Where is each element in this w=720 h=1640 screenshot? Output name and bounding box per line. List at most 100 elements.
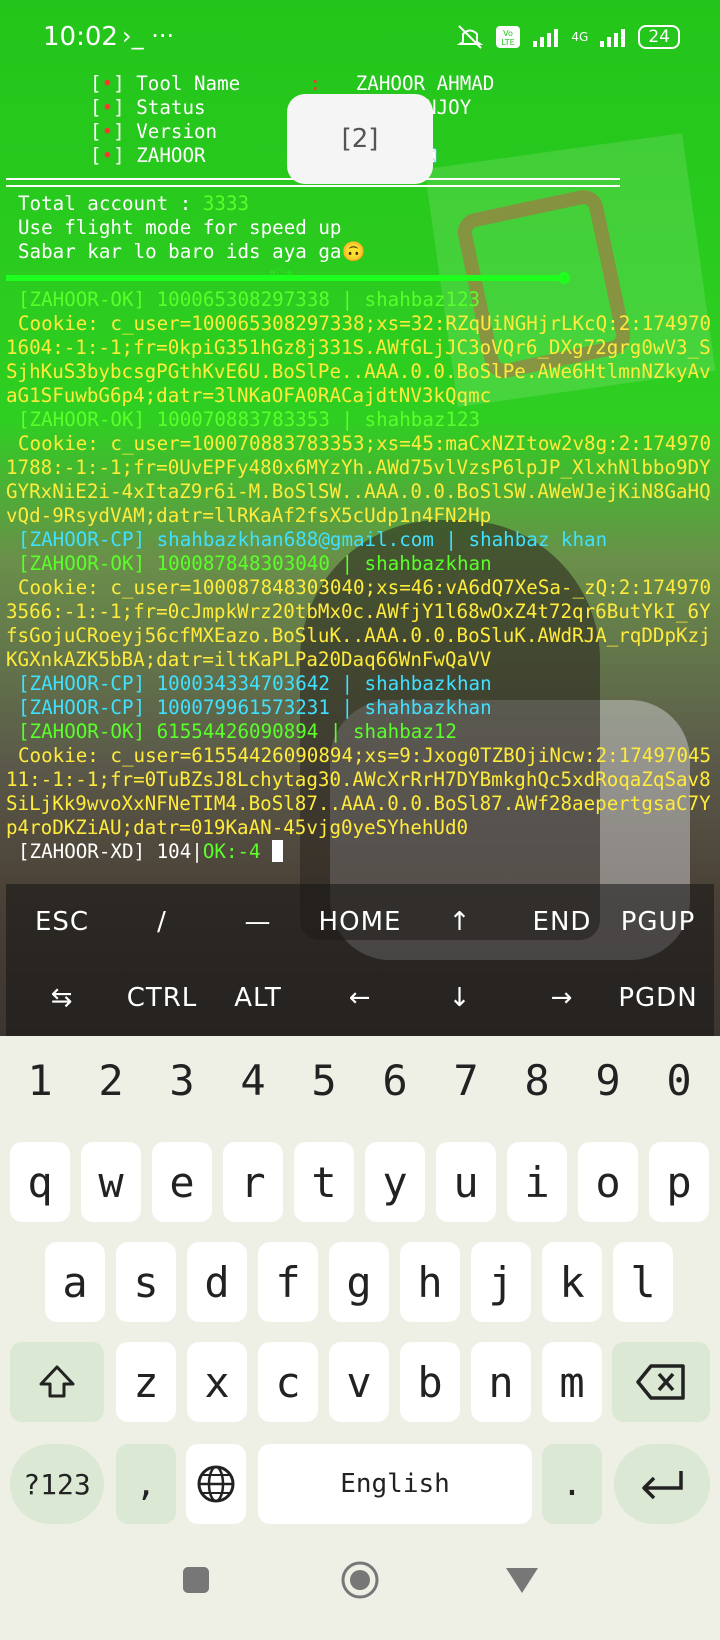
extra-key-dash[interactable]: — (208, 892, 308, 952)
key-3[interactable]: 3 (147, 1040, 217, 1120)
log-cookie-line: Cookie: c_user=100070883783353;xs=45:maC… (6, 432, 712, 527)
extra-key-pgup[interactable]: PGUP (608, 892, 708, 952)
volte-icon: Vo LTE (496, 26, 521, 48)
backspace-key[interactable] (612, 1342, 710, 1422)
log-cp-line: [ZAHOOR-CP] shahbazkhan688@gmail.com | s… (18, 528, 608, 551)
key-d[interactable]: d (187, 1242, 247, 1322)
key-v[interactable]: v (329, 1342, 389, 1422)
header-line-version: [•] Version (90, 120, 218, 143)
key-s[interactable]: s (116, 1242, 176, 1322)
key-w[interactable]: w (81, 1142, 141, 1222)
back-icon (506, 1568, 538, 1593)
extra-key-down[interactable]: ↓ (410, 968, 510, 1028)
globe-icon (197, 1465, 235, 1503)
key-y[interactable]: y (365, 1142, 425, 1222)
key-r[interactable]: r (223, 1142, 283, 1222)
session-popup[interactable]: [2] (287, 94, 433, 184)
key-1[interactable]: 1 (5, 1040, 75, 1120)
extra-key-alt[interactable]: ALT (208, 968, 308, 1028)
shift-icon (39, 1365, 75, 1398)
status-bar: 10:02 ›_ ··· Vo LTE 4G 24 (0, 0, 720, 78)
enter-key[interactable] (614, 1444, 710, 1524)
key-6[interactable]: 6 (360, 1040, 430, 1120)
status-extras: ›_ ··· (122, 22, 175, 50)
prompt-ok-count: OK:-4 (202, 840, 261, 863)
extra-key-ctrl[interactable]: CTRL (112, 968, 212, 1028)
key-o[interactable]: o (578, 1142, 638, 1222)
key-a[interactable]: a (45, 1242, 105, 1322)
key-7[interactable]: 7 (431, 1040, 501, 1120)
log-cp-line: [ZAHOOR-CP] 100034334703642 | shahbazkha… (18, 672, 492, 695)
key-t[interactable]: t (294, 1142, 354, 1222)
log-cookie-line: Cookie: c_user=100087848303040;xs=46:vA6… (6, 576, 712, 671)
extra-key-end[interactable]: END (512, 892, 612, 952)
progress-mid-glyph: ⇧♡⇧ (268, 266, 294, 282)
prompt-line[interactable]: [ZAHOOR-XD] 104|OK:-4 (6, 840, 714, 864)
prompt-label: [ZAHOOR-XD] 104| (18, 840, 203, 863)
log-ok-line: [ZAHOOR-OK] 100087848303040 | shahbazkha… (18, 552, 492, 575)
back-button[interactable] (502, 1560, 542, 1600)
globe-key[interactable] (186, 1444, 246, 1524)
key-n[interactable]: n (471, 1342, 531, 1422)
status-time: 10:02 (43, 22, 118, 52)
recents-icon (183, 1567, 209, 1593)
header-line-tool: [•] Tool Name : ZAHOOR AHMAD (90, 72, 495, 95)
session-popup-label: [2] (341, 124, 379, 154)
home-icon (341, 1561, 379, 1599)
extra-key-home[interactable]: HOME (310, 892, 410, 952)
key-h[interactable]: h (400, 1242, 460, 1322)
key-4[interactable]: 4 (218, 1040, 288, 1120)
total-account-line: Total account : 3333 (18, 192, 250, 215)
key-5[interactable]: 5 (289, 1040, 359, 1120)
key-g[interactable]: g (329, 1242, 389, 1322)
key-2[interactable]: 2 (76, 1040, 146, 1120)
wait-tip: Sabar kar lo baro ids aya ga🙃 (18, 240, 366, 263)
extra-keys-bar: ESC / — HOME ↑ END PGUP ⇆ CTRL ALT ← ↓ →… (6, 884, 714, 1036)
key-j[interactable]: j (471, 1242, 531, 1322)
extra-key-pgdn[interactable]: PGDN (608, 968, 708, 1028)
status-icons: Vo LTE 4G 24 (455, 24, 680, 50)
key-9[interactable]: 9 (573, 1040, 643, 1120)
key-u[interactable]: u (436, 1142, 496, 1222)
recents-button[interactable] (176, 1560, 216, 1600)
key-p[interactable]: p (649, 1142, 709, 1222)
log-cp-line: [ZAHOOR-CP] 100079961573231 | shahbazkha… (18, 696, 492, 719)
period-key[interactable]: . (542, 1444, 602, 1524)
key-f[interactable]: f (258, 1242, 318, 1322)
status-network: 4G (571, 30, 589, 44)
spacebar[interactable]: English (258, 1444, 532, 1524)
comma-key[interactable]: , (116, 1444, 176, 1524)
key-x[interactable]: x (187, 1342, 247, 1422)
home-button[interactable] (340, 1560, 380, 1600)
key-b[interactable]: b (400, 1342, 460, 1422)
key-8[interactable]: 8 (502, 1040, 572, 1120)
key-q[interactable]: q (10, 1142, 70, 1222)
signal-icon (533, 29, 559, 47)
signal-icon-2 (600, 29, 626, 47)
extra-key-tab[interactable]: ⇆ (12, 968, 112, 1028)
progress-divider: ⇧♡⇧ (6, 266, 570, 284)
key-k[interactable]: k (542, 1242, 602, 1322)
extra-key-esc[interactable]: ESC (12, 892, 112, 952)
key-c[interactable]: c (258, 1342, 318, 1422)
key-i[interactable]: i (507, 1142, 567, 1222)
svg-text:Vo: Vo (504, 29, 514, 38)
symbols-key[interactable]: ?123 (10, 1444, 104, 1524)
key-e[interactable]: e (152, 1142, 212, 1222)
key-l[interactable]: l (613, 1242, 673, 1322)
log-ok-line: [ZAHOOR-OK] 100070883783353 | shahbaz123 (18, 408, 481, 431)
extra-key-up[interactable]: ↑ (410, 892, 510, 952)
terminal-cursor (272, 840, 284, 862)
log-ok-line: [ZAHOOR-OK] 61554426090894 | shahbaz12 (18, 720, 457, 743)
mute-icon (457, 25, 484, 49)
log-cookie-line: Cookie: c_user=61554426090894;xs=9:Jxog0… (6, 744, 712, 839)
key-z[interactable]: z (116, 1342, 176, 1422)
extra-key-left[interactable]: ← (310, 968, 410, 1028)
log-ok-line: [ZAHOOR-OK] 100065308297338 | shahbaz123 (18, 288, 481, 311)
extra-key-right[interactable]: → (512, 968, 612, 1028)
shift-key[interactable] (10, 1342, 104, 1422)
key-0[interactable]: 0 (644, 1040, 714, 1120)
svg-text:LTE: LTE (502, 38, 515, 47)
extra-key-slash[interactable]: / (112, 892, 212, 952)
key-m[interactable]: m (542, 1342, 602, 1422)
